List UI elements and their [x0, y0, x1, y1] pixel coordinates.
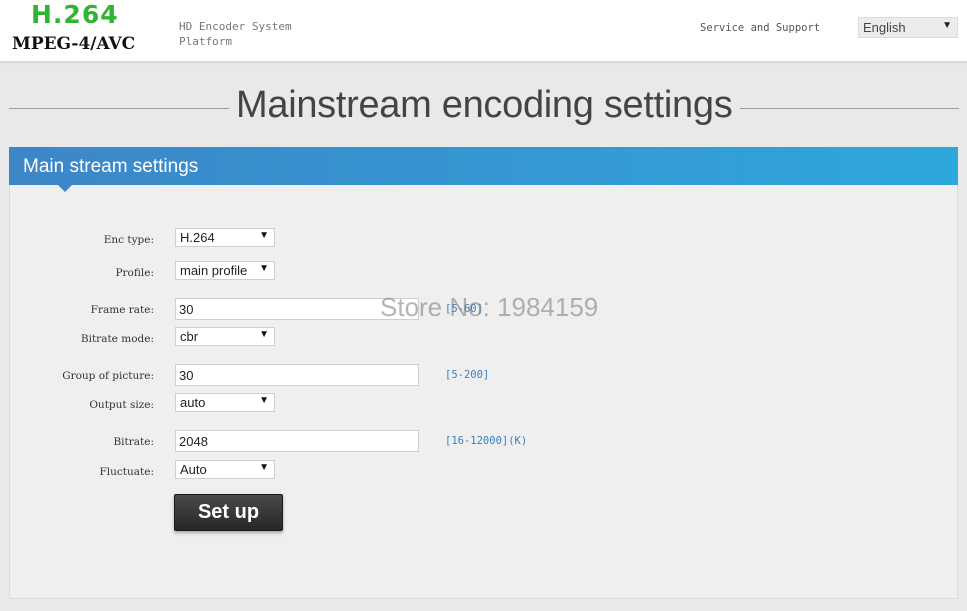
- enc-type-row: Enc type: H.264 ▼: [10, 228, 959, 252]
- enc-type-value: H.264: [180, 230, 215, 245]
- enc-type-label: Enc type:: [103, 234, 154, 246]
- output-size-label: Output size:: [89, 399, 154, 411]
- gop-hint: [5-200]: [445, 369, 490, 381]
- bitrate-mode-row: Bitrate mode: cbr ▼: [10, 327, 959, 351]
- title-divider-right: [740, 108, 959, 109]
- enc-type-select[interactable]: H.264 ▼: [175, 228, 275, 247]
- logo-h264: H.264: [31, 0, 119, 29]
- chevron-down-icon: ▼: [259, 263, 269, 274]
- language-value: English: [863, 20, 906, 35]
- fluctuate-row: Fluctuate: Auto ▼: [10, 460, 959, 484]
- chevron-down-icon: ▼: [259, 230, 269, 241]
- bitrate-input[interactable]: 2048: [175, 430, 419, 452]
- chevron-down-icon: ▼: [259, 329, 269, 340]
- gop-row: Group of picture: 30 [5-200]: [10, 364, 959, 388]
- logo-mpeg: MPEG-4/AVC: [12, 34, 136, 54]
- setup-button[interactable]: Set up: [174, 494, 283, 531]
- top-header: H.264 MPEG-4/AVC HD Encoder System Platf…: [0, 0, 967, 62]
- profile-row: Profile: main profile ▼: [10, 261, 959, 285]
- chevron-down-icon: ▼: [259, 462, 269, 473]
- gop-input[interactable]: 30: [175, 364, 419, 386]
- fluctuate-label: Fluctuate:: [99, 466, 155, 478]
- panel-notch: [58, 185, 72, 192]
- gop-label: Group of picture:: [62, 370, 154, 382]
- bitrate-mode-select[interactable]: cbr ▼: [175, 327, 275, 346]
- bitrate-row: Bitrate: 2048 [16-12000](K): [10, 430, 959, 454]
- platform-title: HD Encoder System Platform: [179, 20, 292, 48]
- frame-rate-label: Frame rate:: [90, 304, 154, 316]
- profile-select[interactable]: main profile ▼: [175, 261, 275, 280]
- title-divider-left: [9, 108, 229, 109]
- chevron-down-icon: ▼: [259, 395, 269, 406]
- output-size-value: auto: [180, 395, 206, 410]
- bitrate-hint: [16-12000](K): [445, 435, 528, 447]
- output-size-row: Output size: auto ▼: [10, 393, 959, 417]
- main-stream-panel: Main stream settings Enc type: H.264 ▼ P…: [9, 147, 958, 599]
- profile-value: main profile: [180, 263, 248, 278]
- fluctuate-select[interactable]: Auto ▼: [175, 460, 275, 479]
- bitrate-mode-label: Bitrate mode:: [80, 333, 154, 345]
- panel-title: Main stream settings: [23, 156, 199, 177]
- profile-label: Profile:: [115, 267, 154, 279]
- store-watermark: Store No: 1984159: [380, 292, 599, 322]
- page-title: Mainstream encoding settings: [236, 84, 733, 126]
- bitrate-label: Bitrate:: [113, 436, 154, 448]
- output-size-select[interactable]: auto ▼: [175, 393, 275, 412]
- fluctuate-value: Auto: [180, 462, 207, 477]
- service-support-link[interactable]: Service and Support: [700, 22, 820, 34]
- panel-header: Main stream settings: [9, 147, 958, 185]
- bitrate-mode-value: cbr: [180, 329, 199, 344]
- chevron-down-icon: ▼: [942, 20, 952, 31]
- language-select[interactable]: English ▼: [858, 17, 958, 38]
